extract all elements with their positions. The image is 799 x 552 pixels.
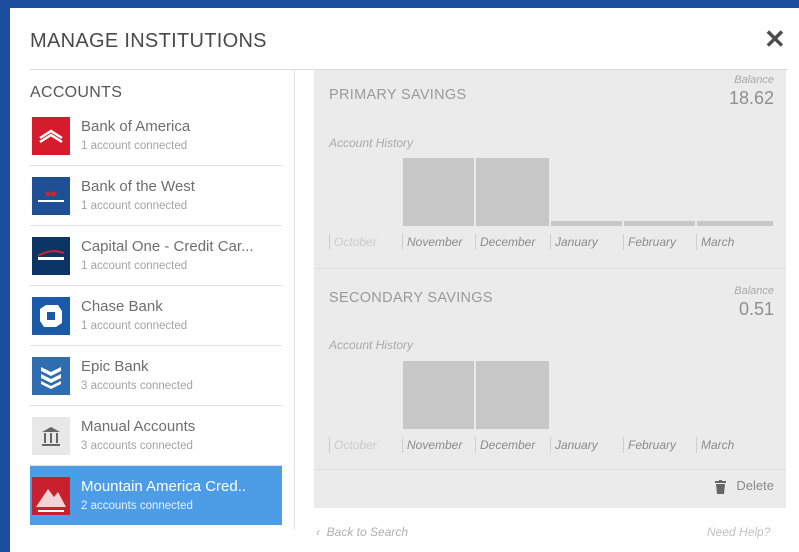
history-bar xyxy=(476,361,549,429)
month-label: January xyxy=(550,234,598,250)
institution-name: Manual Accounts xyxy=(81,418,196,435)
trash-icon xyxy=(715,479,727,494)
balance-value: 18.62 xyxy=(728,88,774,108)
institution-name: Capital One - Credit Car... xyxy=(81,238,254,255)
balance-label: Balance xyxy=(734,285,774,297)
institution-name: Bank of America xyxy=(81,118,191,135)
epic-bank-logo xyxy=(32,357,70,395)
account-section-primary: PRIMARY SAVINGS Balance 18.62 Account Hi… xyxy=(314,70,786,268)
modal-title: MANAGE INSTITUTIONS xyxy=(30,30,267,52)
institution-name: Epic Bank xyxy=(81,358,149,375)
institution-account-count: 1 account connected xyxy=(81,200,188,212)
institution-account-count: 1 account connected xyxy=(81,140,188,152)
account-history-label: Account History xyxy=(329,136,414,150)
chase-logo xyxy=(32,297,70,335)
institution-name: Mountain America Cred.. xyxy=(81,478,247,495)
month-label: October xyxy=(329,234,377,250)
account-history-chart: October November December January February Ma… xyxy=(329,158,773,254)
chevron-left-icon: ‹ xyxy=(316,525,320,539)
institution-item-bank-of-america[interactable]: Bank of America 1 account connected xyxy=(30,106,282,166)
delete-button[interactable]: Delete xyxy=(715,478,774,494)
month-label: November xyxy=(402,234,462,250)
capital-one-logo xyxy=(32,237,70,275)
account-title: PRIMARY SAVINGS xyxy=(329,87,467,103)
history-bar xyxy=(403,361,474,429)
institution-list: Bank of America 1 account connected Bank… xyxy=(30,106,282,525)
account-section-secondary: SECONDARY SAVINGS Balance 0.51 Account H… xyxy=(314,269,786,469)
manage-institutions-modal: MANAGE INSTITUTIONS ✕ ACCOUNTS Bank of A… xyxy=(10,8,799,552)
back-to-search-link[interactable]: ‹ Back to Search xyxy=(316,525,408,539)
month-label: February xyxy=(623,234,676,250)
history-bar xyxy=(551,221,622,226)
account-history-label: Account History xyxy=(329,338,414,352)
delete-row: Delete xyxy=(314,470,786,504)
need-help-link[interactable]: Need Help? xyxy=(707,525,770,539)
accounts-heading: ACCOUNTS xyxy=(30,84,123,101)
institution-account-count: 2 accounts connected xyxy=(81,500,193,512)
bank-of-america-logo xyxy=(32,117,70,155)
column-divider xyxy=(294,70,295,530)
history-bar xyxy=(624,221,695,226)
month-label: October xyxy=(329,437,377,453)
institution-item-mountain-america[interactable]: Mountain America Cred.. 2 accounts conne… xyxy=(30,466,282,525)
history-bar xyxy=(403,158,474,226)
delete-label: Delete xyxy=(736,478,774,493)
account-history-chart: October November December January February Ma… xyxy=(329,361,772,457)
institution-account-count: 3 accounts connected xyxy=(81,440,193,452)
account-title: SECONDARY SAVINGS xyxy=(329,290,493,306)
institution-item-epic-bank[interactable]: Epic Bank 3 accounts connected xyxy=(30,346,282,406)
account-details-panel: PRIMARY SAVINGS Balance 18.62 Account Hi… xyxy=(314,70,786,508)
bank-of-the-west-logo xyxy=(32,177,70,215)
balance-label: Balance xyxy=(734,74,774,86)
month-label: December xyxy=(475,437,535,453)
institution-item-manual-accounts[interactable]: Manual Accounts 3 accounts connected xyxy=(30,406,282,466)
bank-building-icon xyxy=(32,417,70,455)
history-bar xyxy=(476,158,549,226)
balance-value: 0.51 xyxy=(738,299,774,319)
institution-name: Chase Bank xyxy=(81,298,163,315)
month-label: March xyxy=(696,234,734,250)
month-label: January xyxy=(550,437,598,453)
institution-item-chase-bank[interactable]: Chase Bank 1 account connected xyxy=(30,286,282,346)
institution-account-count: 1 account connected xyxy=(81,320,188,332)
month-label: February xyxy=(623,437,676,453)
history-bar xyxy=(697,221,773,226)
mountain-america-logo xyxy=(32,477,70,515)
institution-item-bank-of-the-west[interactable]: Bank of the West 1 account connected xyxy=(30,166,282,226)
month-label: November xyxy=(402,437,462,453)
back-to-search-label: Back to Search xyxy=(326,525,409,539)
close-icon[interactable]: ✕ xyxy=(764,26,786,52)
month-label: March xyxy=(696,437,734,453)
institution-item-capital-one[interactable]: Capital One - Credit Car... 1 account co… xyxy=(30,226,282,286)
institution-name: Bank of the West xyxy=(81,178,195,195)
institution-account-count: 1 account connected xyxy=(81,260,188,272)
institution-account-count: 3 accounts connected xyxy=(81,380,193,392)
month-label: December xyxy=(475,234,535,250)
